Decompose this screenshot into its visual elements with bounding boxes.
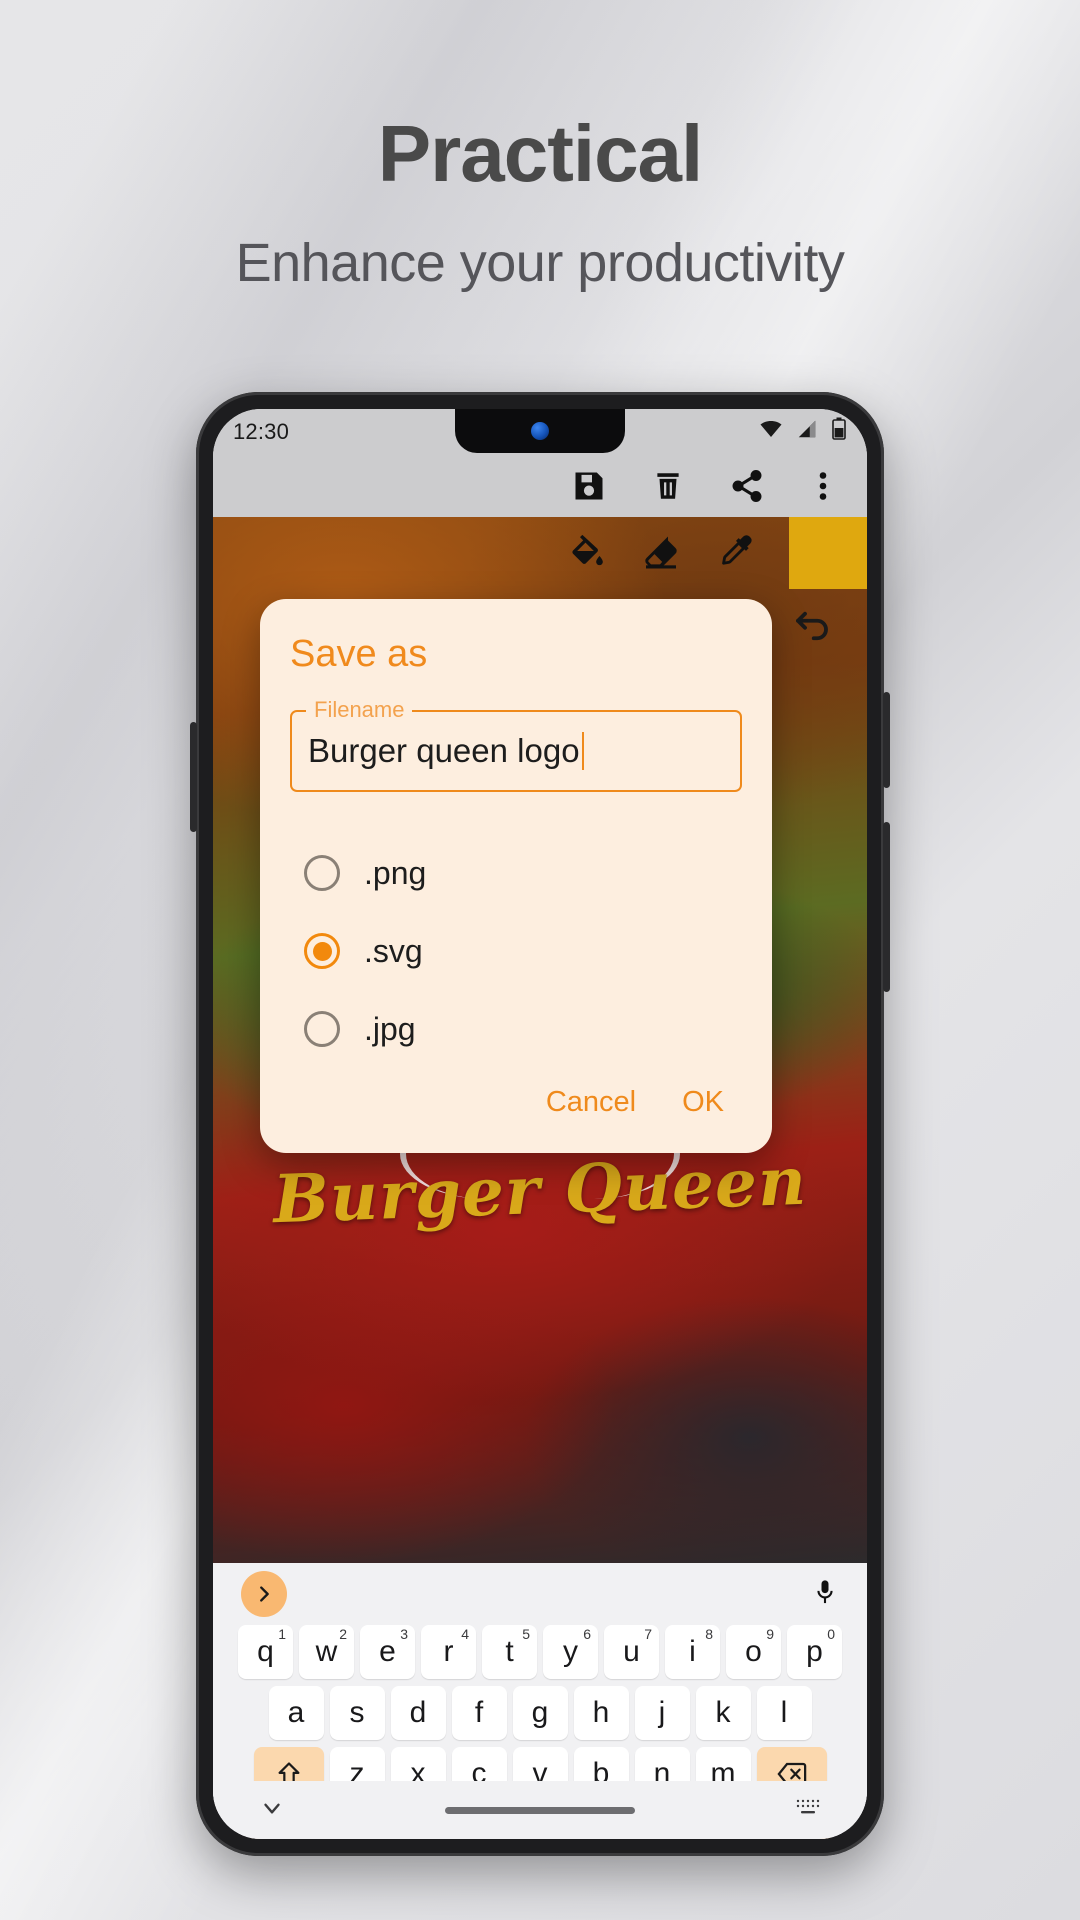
drawing-toolbar	[213, 517, 867, 589]
phone-frame: Burger Queen Save as Filename Burger que…	[190, 392, 890, 1856]
eyedropper-icon[interactable]	[715, 531, 755, 576]
promo-title: Practical	[377, 109, 704, 198]
phone-screen: Burger Queen Save as Filename Burger que…	[213, 409, 867, 1839]
radio-label-svg: .svg	[364, 932, 423, 969]
key-i[interactable]: 8i	[665, 1625, 720, 1679]
key-num-8: 8	[705, 1626, 713, 1642]
key-label: r	[443, 1635, 454, 1668]
phone-power-button[interactable]	[883, 822, 890, 992]
radio-option-jpg[interactable]: .jpg	[290, 990, 742, 1068]
status-bar-clock: 12:30	[233, 419, 290, 444]
current-color-swatch[interactable]	[789, 517, 867, 589]
key-label: i	[689, 1635, 696, 1668]
key-u[interactable]: 7u	[604, 1625, 659, 1679]
save-as-dialog: Save as Filename Burger queen logo .png …	[260, 599, 772, 1153]
key-num-7: 7	[644, 1626, 652, 1642]
key-num-2: 2	[339, 1626, 347, 1642]
key-label: q	[257, 1635, 274, 1668]
dialog-title: Save as	[290, 633, 428, 675]
home-indicator[interactable]	[445, 1806, 635, 1814]
promo-subtitle: Enhance your productivity	[235, 233, 845, 293]
promo-header: Practical Enhance your productivity	[0, 112, 1080, 294]
filename-input[interactable]: Burger queen logo	[308, 732, 580, 770]
delete-icon[interactable]	[651, 469, 685, 503]
dialog-actions: Cancel OK	[290, 1086, 742, 1135]
front-camera-icon	[531, 422, 549, 440]
key-num-5: 5	[522, 1626, 530, 1642]
radio-label-png: .png	[364, 854, 427, 891]
key-j[interactable]: j	[634, 1686, 690, 1740]
radio-label-jpg: .jpg	[364, 1010, 416, 1047]
radio-option-svg[interactable]: .svg	[290, 912, 742, 990]
keyboard-icon[interactable]	[795, 1798, 821, 1823]
key-label: p	[806, 1635, 823, 1668]
key-l[interactable]: l	[756, 1686, 812, 1740]
key-k[interactable]: k	[695, 1686, 751, 1740]
keyboard-row-2: a s d f g h j k l	[213, 1686, 867, 1740]
key-num-6: 6	[583, 1626, 591, 1642]
chevron-down-icon[interactable]	[259, 1795, 285, 1826]
key-q[interactable]: 1q	[238, 1625, 293, 1679]
save-icon[interactable]	[571, 468, 607, 504]
key-label: t	[505, 1635, 514, 1668]
key-a[interactable]: a	[268, 1686, 324, 1740]
key-h[interactable]: h	[573, 1686, 629, 1740]
radio-button-svg[interactable]	[304, 933, 340, 969]
wifi-icon	[759, 417, 783, 447]
phone-notch	[455, 409, 625, 453]
overflow-menu-icon[interactable]	[809, 468, 837, 504]
key-label: w	[315, 1635, 338, 1668]
filename-field-label: Filename	[306, 697, 413, 723]
radio-button-jpg[interactable]	[304, 1011, 340, 1047]
keyboard-nav-bar	[213, 1781, 867, 1839]
eraser-icon[interactable]	[641, 531, 681, 576]
microphone-icon[interactable]	[811, 1578, 839, 1611]
key-label: u	[623, 1635, 640, 1668]
share-icon[interactable]	[729, 468, 765, 504]
cancel-button[interactable]: Cancel	[546, 1086, 636, 1119]
key-o[interactable]: 9o	[726, 1625, 781, 1679]
format-options-group: .png .svg .jpg	[290, 834, 742, 1068]
key-y[interactable]: 6y	[543, 1625, 598, 1679]
key-e[interactable]: 3e	[360, 1625, 415, 1679]
key-p[interactable]: 0p	[787, 1625, 842, 1679]
phone-volume-button[interactable]	[190, 722, 197, 832]
status-bar-icons	[759, 417, 847, 447]
chevron-right-icon[interactable]	[241, 1571, 287, 1617]
key-label: e	[379, 1635, 396, 1668]
key-num-0: 0	[827, 1626, 835, 1642]
key-num-1: 1	[278, 1626, 286, 1642]
key-s[interactable]: s	[329, 1686, 385, 1740]
key-num-9: 9	[766, 1626, 774, 1642]
key-f[interactable]: f	[451, 1686, 507, 1740]
key-d[interactable]: d	[390, 1686, 446, 1740]
battery-icon	[831, 417, 847, 447]
keyboard-row-1: 1q 2w 3e 4r 5t 6y 7u 8i 9o 0p	[213, 1625, 867, 1679]
key-t[interactable]: 5t	[482, 1625, 537, 1679]
key-w[interactable]: 2w	[299, 1625, 354, 1679]
fill-bucket-icon[interactable]	[567, 531, 607, 576]
key-g[interactable]: g	[512, 1686, 568, 1740]
key-r[interactable]: 4r	[421, 1625, 476, 1679]
key-label: o	[745, 1635, 762, 1668]
key-label: y	[563, 1635, 578, 1668]
radio-button-png[interactable]	[304, 855, 340, 891]
ok-button[interactable]: OK	[682, 1086, 724, 1119]
on-screen-keyboard: 1q 2w 3e 4r 5t 6y 7u 8i 9o 0p a s d f g …	[213, 1563, 867, 1839]
key-num-3: 3	[400, 1626, 408, 1642]
filename-field[interactable]: Filename Burger queen logo	[290, 697, 742, 792]
radio-option-png[interactable]: .png	[290, 834, 742, 912]
undo-icon[interactable]	[791, 605, 833, 652]
text-cursor	[581, 732, 585, 770]
app-toolbar	[213, 455, 867, 517]
radio-selected-dot	[312, 941, 332, 961]
key-num-4: 4	[461, 1626, 469, 1642]
keyboard-suggestion-bar	[213, 1563, 867, 1625]
signal-icon	[796, 418, 818, 446]
